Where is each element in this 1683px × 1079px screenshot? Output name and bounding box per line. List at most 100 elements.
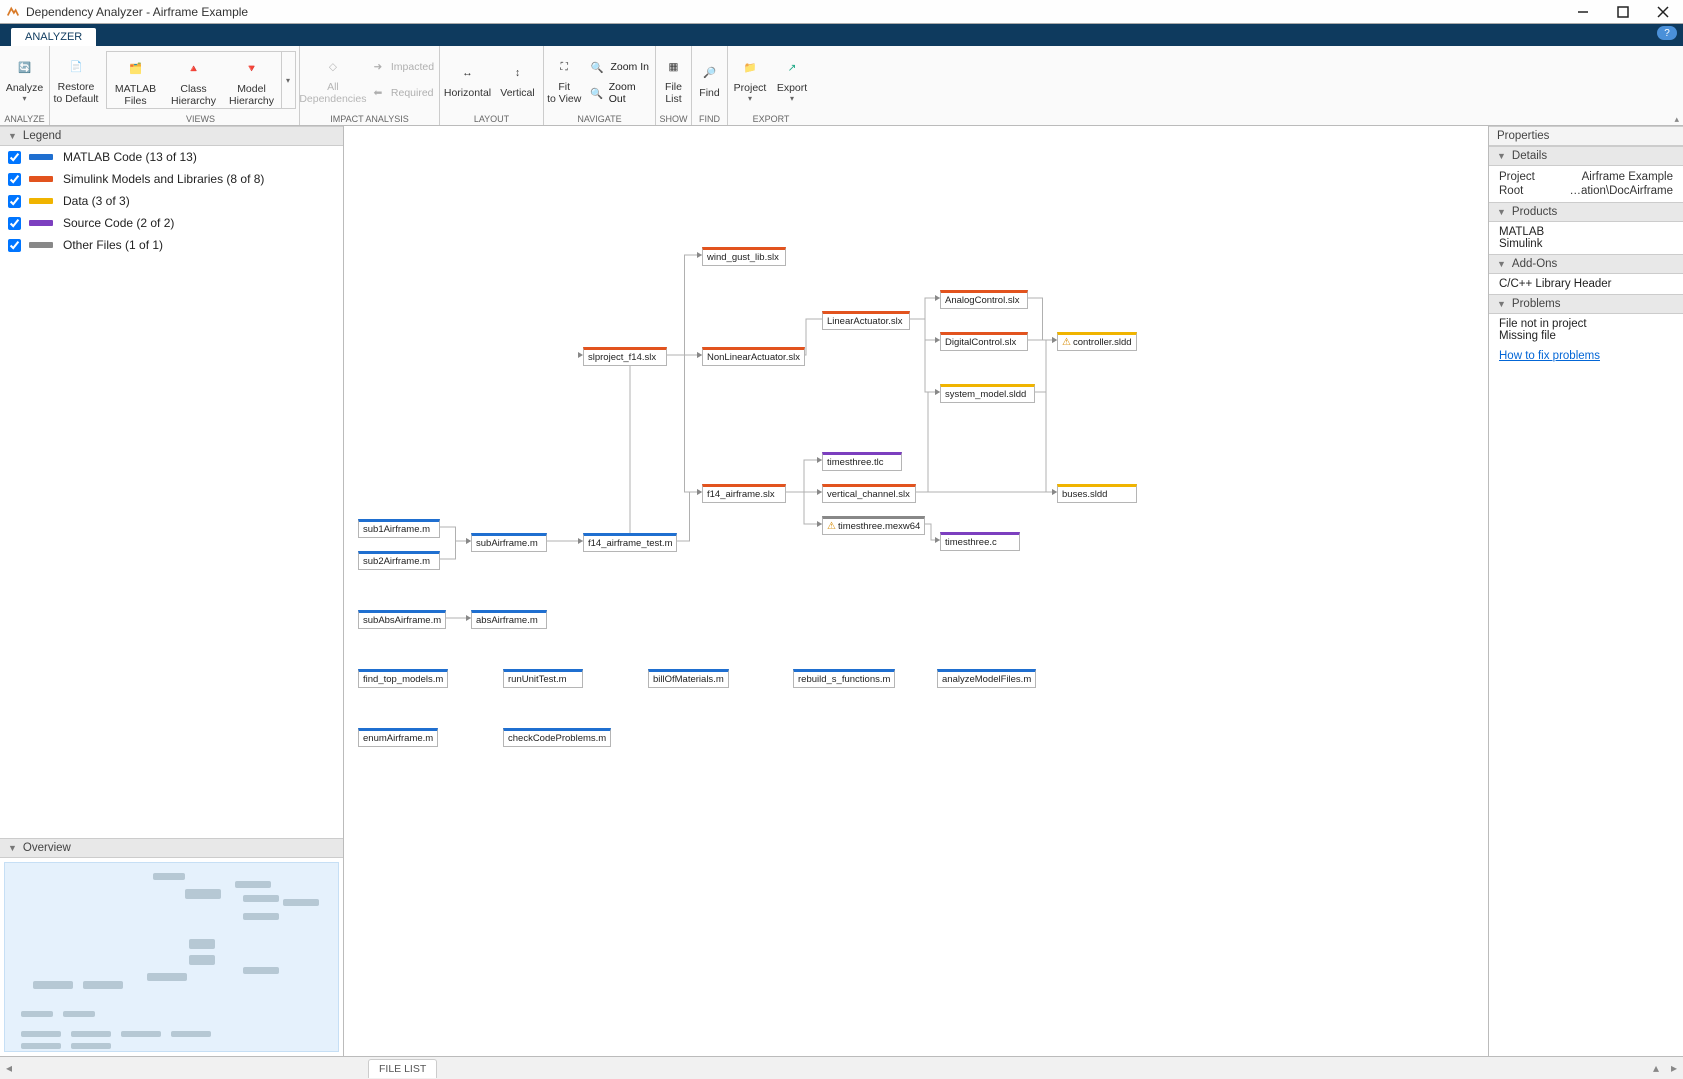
zoom-in-button[interactable]: 🔍Zoom In (584, 54, 655, 80)
analyze-button[interactable]: 🔄Analyze▾ (2, 50, 48, 110)
statusbar: ◂ FILE LIST ▴ ▸ (0, 1056, 1683, 1079)
graph-node[interactable]: f14_airframe.slx (702, 484, 786, 503)
legend-item[interactable]: Data (3 of 3) (0, 190, 343, 212)
file-list-button[interactable]: ▦File List (657, 50, 691, 110)
node-label: rebuild_s_functions.m (798, 674, 890, 685)
graph-node[interactable]: slproject_f14.slx (583, 347, 667, 366)
graph-node[interactable]: buses.sldd (1057, 484, 1137, 503)
legend-header[interactable]: ▼Legend (0, 126, 343, 146)
graph-node[interactable]: sub2Airframe.m (358, 551, 440, 570)
graph-node[interactable]: AnalogControl.slx (940, 290, 1028, 309)
toolstrip-collapse-handle[interactable]: ▴ (1674, 114, 1679, 125)
model-hierarchy-view-button[interactable]: 🔻Model Hierarchy (223, 52, 281, 112)
legend-label: Simulink Models and Libraries (8 of 8) (63, 172, 264, 186)
legend-item[interactable]: Other Files (1 of 1) (0, 234, 343, 256)
legend-swatch (29, 242, 53, 248)
close-button[interactable] (1643, 0, 1683, 24)
toolstrip: 🔄Analyze▾ ANALYZE 📄Restore to Default 🗂️… (0, 46, 1683, 126)
legend-checkbox[interactable] (8, 239, 21, 252)
products-list: MATLABSimulink (1489, 222, 1683, 254)
graph-node[interactable]: subAbsAirframe.m (358, 610, 446, 629)
zoom-in-icon: 🔍 (588, 58, 606, 76)
graph-node[interactable]: checkCodeProblems.m (503, 728, 611, 747)
vertical-icon: ↕ (506, 61, 530, 85)
caret-down-icon: ▼ (8, 843, 17, 853)
problems-list: File not in projectMissing fileHow to fi… (1489, 314, 1683, 366)
property-row: Root…ation\DocAirframe (1499, 184, 1673, 198)
zoom-out-icon: 🔍 (588, 84, 604, 102)
zoom-out-button[interactable]: 🔍Zoom Out (584, 80, 655, 106)
overview-header[interactable]: ▼Overview (0, 838, 343, 858)
panel-collapse-handle[interactable]: ▴ (1647, 1061, 1665, 1075)
project-export-button[interactable]: 📁Project▾ (729, 50, 771, 110)
class-hierarchy-view-button[interactable]: 🔺Class Hierarchy (165, 52, 223, 112)
legend-checkbox[interactable] (8, 173, 21, 186)
legend-checkbox[interactable] (8, 217, 21, 230)
graph-node[interactable]: timesthree.c (940, 532, 1020, 551)
graph-node[interactable]: vertical_channel.slx (822, 484, 916, 503)
help-button[interactable]: ? (1657, 26, 1677, 40)
legend-item[interactable]: Simulink Models and Libraries (8 of 8) (0, 168, 343, 190)
legend-item[interactable]: Source Code (2 of 2) (0, 212, 343, 234)
graph-node[interactable]: wind_gust_lib.slx (702, 247, 786, 266)
node-label: sub2Airframe.m (363, 556, 430, 567)
horizontal-layout-button[interactable]: ↔Horizontal (442, 50, 494, 110)
restore-to-default-button[interactable]: 📄Restore to Default (51, 50, 101, 110)
caret-down-icon: ▼ (1497, 207, 1506, 217)
legend-checkbox[interactable] (8, 151, 21, 164)
graph-node[interactable]: absAirframe.m (471, 610, 547, 629)
export-button[interactable]: ↗Export▾ (771, 50, 813, 110)
tab-analyzer[interactable]: ANALYZER (10, 27, 97, 46)
graph-node[interactable]: find_top_models.m (358, 669, 448, 688)
legend-label: Source Code (2 of 2) (63, 216, 174, 230)
node-label: buses.sldd (1062, 489, 1107, 500)
graph-node[interactable]: rebuild_s_functions.m (793, 669, 895, 688)
graph-node[interactable]: system_model.sldd (940, 384, 1035, 403)
navigate-group-label: NAVIGATE (544, 114, 655, 125)
graph-node[interactable]: NonLinearActuator.slx (702, 347, 805, 366)
overview-map[interactable] (4, 862, 339, 1052)
legend-item[interactable]: MATLAB Code (13 of 13) (0, 146, 343, 168)
vertical-layout-button[interactable]: ↕Vertical (494, 50, 542, 110)
node-label: subAirframe.m (476, 538, 538, 549)
find-button[interactable]: 🔎Find (693, 50, 727, 110)
legend-body: MATLAB Code (13 of 13) Simulink Models an… (0, 146, 343, 838)
addon-item: C/C++ Library Header (1499, 278, 1673, 290)
graph-node[interactable]: analyzeModelFiles.m (937, 669, 1036, 688)
graph-node[interactable]: ⚠controller.sldd (1057, 332, 1137, 351)
graph-node[interactable]: LinearActuator.slx (822, 311, 910, 330)
graph-node[interactable]: billOfMaterials.m (648, 669, 729, 688)
scroll-right-button[interactable]: ▸ (1665, 1061, 1683, 1075)
scroll-left-button[interactable]: ◂ (0, 1061, 18, 1075)
chevron-down-icon: ▾ (790, 94, 794, 103)
views-gallery-dropdown[interactable]: ▾ (281, 52, 295, 108)
app-logo-icon (6, 5, 20, 19)
graph-node[interactable]: f14_airframe_test.m (583, 533, 677, 552)
node-label: wind_gust_lib.slx (707, 252, 779, 263)
graph-node[interactable]: timesthree.tlc (822, 452, 902, 471)
problems-header[interactable]: ▼Problems (1489, 294, 1683, 314)
legend-checkbox[interactable] (8, 195, 21, 208)
node-label: f14_airframe.slx (707, 489, 775, 500)
graph-node[interactable]: runUnitTest.m (503, 669, 583, 688)
graph-icon: ◇ (321, 55, 345, 79)
graph-node[interactable]: DigitalControl.slx (940, 332, 1028, 351)
matlab-files-view-button[interactable]: 🗂️MATLAB Files (107, 52, 165, 112)
addons-header[interactable]: ▼Add-Ons (1489, 254, 1683, 274)
graph-node[interactable]: enumAirframe.m (358, 728, 438, 747)
graph-node[interactable]: subAirframe.m (471, 533, 547, 552)
property-key: Project (1499, 171, 1535, 183)
maximize-button[interactable] (1603, 0, 1643, 24)
arrow-right-icon: ➜ (369, 58, 387, 76)
products-header[interactable]: ▼Products (1489, 202, 1683, 222)
file-list-tab[interactable]: FILE LIST (368, 1059, 437, 1078)
graph-node[interactable]: sub1Airframe.m (358, 519, 440, 538)
fit-to-view-button[interactable]: ⛶Fit to View (544, 50, 584, 110)
fix-problems-link[interactable]: How to fix problems (1499, 350, 1600, 362)
graph-node[interactable]: ⚠timesthree.mexw64 (822, 516, 925, 535)
minimize-button[interactable] (1563, 0, 1603, 24)
node-label: f14_airframe_test.m (588, 538, 672, 549)
details-header[interactable]: ▼Details (1489, 146, 1683, 166)
graph-canvas[interactable]: wind_gust_lib.slx slproject_f14.slx NonLin… (344, 126, 1488, 1056)
show-group-label: SHOW (656, 114, 691, 125)
